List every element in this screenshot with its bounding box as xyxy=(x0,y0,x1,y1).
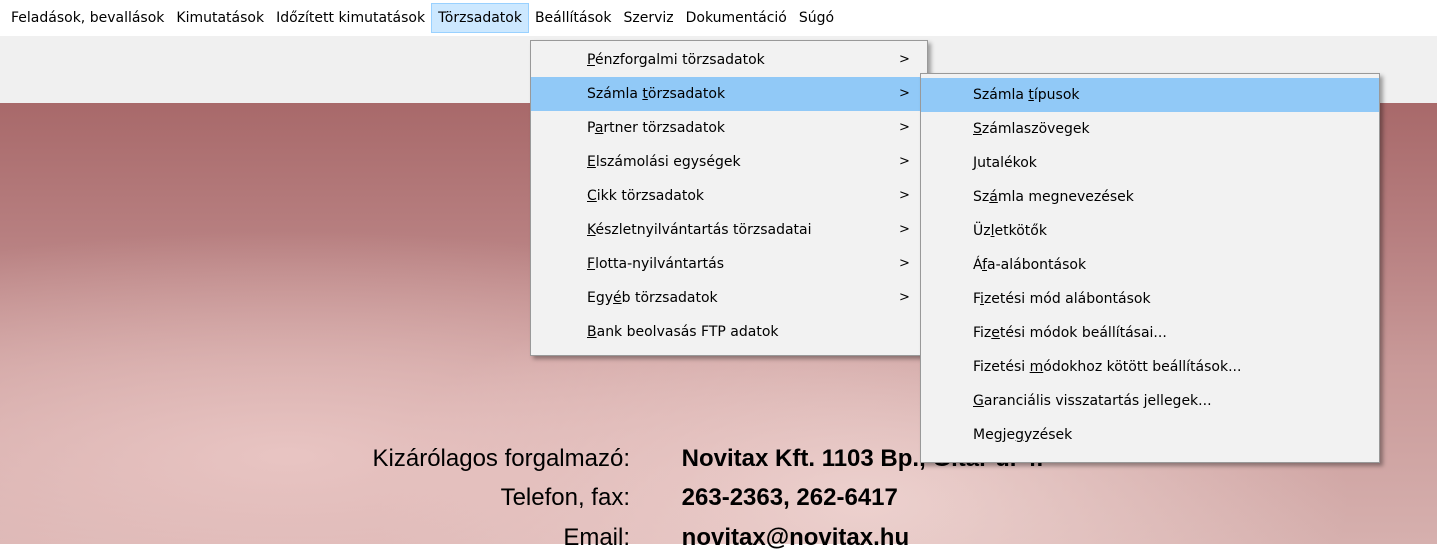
submenu-item-label: Számlaszövegek xyxy=(973,121,1090,137)
menu-item-partner-torzsadatok[interactable]: Partner törzsadatok > xyxy=(531,111,927,145)
menu-szerviz[interactable]: Szerviz xyxy=(617,3,679,33)
submenu-arrow-icon: > xyxy=(899,52,910,67)
submenu-item-fizetesi-modok-beallitasai[interactable]: Fizetési módok beállításai... xyxy=(921,316,1379,350)
submenu-item-label: Jutalékok xyxy=(973,155,1037,171)
submenu-arrow-icon: > xyxy=(899,188,910,203)
email-value: novitax@novitax.hu xyxy=(681,524,910,551)
submenu-arrow-icon: > xyxy=(899,120,910,135)
submenu-arrow-icon: > xyxy=(899,154,910,169)
submenu-item-label: Garanciális visszatartás jellegek... xyxy=(973,393,1212,409)
menu-item-label: Flotta-nyilvántartás xyxy=(587,256,724,272)
submenu-arrow-icon: > xyxy=(899,290,910,305)
menu-beallitasok[interactable]: Beállítások xyxy=(529,3,618,33)
torzsadatok-dropdown: Pénzforgalmi törzsadatok > Számla törzsa… xyxy=(530,40,928,356)
menu-idozitett-kimutatasok[interactable]: Időzített kimutatások xyxy=(270,3,431,33)
menu-item-label: Pénzforgalmi törzsadatok xyxy=(587,52,765,68)
email-row: Email: novitax@novitax.hu xyxy=(290,523,909,553)
menu-feladasok[interactable]: Feladások, bevallások xyxy=(5,3,170,33)
phone-value: 263-2363, 262-6417 xyxy=(681,484,898,511)
menu-item-label: Egyéb törzsadatok xyxy=(587,290,718,306)
submenu-item-uzletkotok[interactable]: Üzletkötők xyxy=(921,214,1379,248)
submenu-item-label: Fizetési módokhoz kötött beállítások... xyxy=(973,359,1242,375)
menu-item-label: Bank beolvasás FTP adatok xyxy=(587,324,779,340)
menu-item-label: Elszámolási egységek xyxy=(587,154,741,170)
menu-torzsadatok[interactable]: Törzsadatok xyxy=(431,3,529,33)
submenu-item-label: Üzletkötők xyxy=(973,223,1047,239)
phone-label: Telefon, fax: xyxy=(500,484,630,511)
submenu-item-szamla-megnevezesek[interactable]: Számla megnevezések xyxy=(921,180,1379,214)
submenu-item-garancialis-visszatartas[interactable]: Garanciális visszatartás jellegek... xyxy=(921,384,1379,418)
menu-item-label: Készletnyilvántartás törzsadatai xyxy=(587,222,812,238)
distributor-label: Kizárólagos forgalmazó: xyxy=(372,445,630,472)
submenu-item-szamlaszovegek[interactable]: Számlaszövegek xyxy=(921,112,1379,146)
submenu-arrow-icon: > xyxy=(899,256,910,271)
menu-kimutatasok[interactable]: Kimutatások xyxy=(170,3,270,33)
menu-item-label: Számla törzsadatok xyxy=(587,86,726,102)
menu-dokumentacio[interactable]: Dokumentáció xyxy=(680,3,793,33)
menu-item-elszamolasi-egysegek[interactable]: Elszámolási egységek > xyxy=(531,145,927,179)
submenu-item-label: Megjegyzések xyxy=(973,427,1073,443)
submenu-item-label: Fizetési módok beállításai... xyxy=(973,325,1167,341)
submenu-arrow-icon: > xyxy=(899,222,910,237)
submenu-item-megjegyzesek[interactable]: Megjegyzések xyxy=(921,418,1379,452)
submenu-item-label: Számla megnevezések xyxy=(973,189,1134,205)
submenu-item-jutalekok[interactable]: Jutalékok xyxy=(921,146,1379,180)
menu-item-egyeb-torzsadatok[interactable]: Egyéb törzsadatok > xyxy=(531,281,927,315)
menu-bar: Feladások, bevallások Kimutatások Időzít… xyxy=(0,0,1437,36)
szamla-submenu: Számla típusok Számlaszövegek Jutalékok … xyxy=(920,73,1380,463)
submenu-item-label: Fizetési mód alábontások xyxy=(973,291,1151,307)
menu-item-penzforgalmi-torzsadatok[interactable]: Pénzforgalmi törzsadatok > xyxy=(531,43,927,77)
menu-sugo[interactable]: Súgó xyxy=(793,3,840,33)
phone-row: Telefon, fax: 263-2363, 262-6417 xyxy=(290,483,898,513)
submenu-item-label: Áfa-alábontások xyxy=(973,257,1087,273)
menu-item-szamla-torzsadatok[interactable]: Számla törzsadatok > xyxy=(531,77,927,111)
submenu-item-fizetesi-modokhoz-kotott[interactable]: Fizetési módokhoz kötött beállítások... xyxy=(921,350,1379,384)
menu-item-cikk-torzsadatok[interactable]: Cikk törzsadatok > xyxy=(531,179,927,213)
email-label: Email: xyxy=(563,524,630,551)
menu-item-bank-beolvasas-ftp[interactable]: Bank beolvasás FTP adatok xyxy=(531,315,927,349)
submenu-item-label: Számla típusok xyxy=(973,87,1080,103)
menu-item-keszletnyilvantartas[interactable]: Készletnyilvántartás törzsadatai > xyxy=(531,213,927,247)
menu-item-label: Partner törzsadatok xyxy=(587,120,726,136)
menu-item-flotta-nyilvantartas[interactable]: Flotta-nyilvántartás > xyxy=(531,247,927,281)
submenu-item-afa-alabontasok[interactable]: Áfa-alábontások xyxy=(921,248,1379,282)
submenu-item-szamla-tipusok[interactable]: Számla típusok xyxy=(921,78,1379,112)
menu-item-label: Cikk törzsadatok xyxy=(587,188,704,204)
submenu-item-fizetesi-mod-alabontasok[interactable]: Fizetési mód alábontások xyxy=(921,282,1379,316)
submenu-arrow-icon: > xyxy=(899,86,910,101)
